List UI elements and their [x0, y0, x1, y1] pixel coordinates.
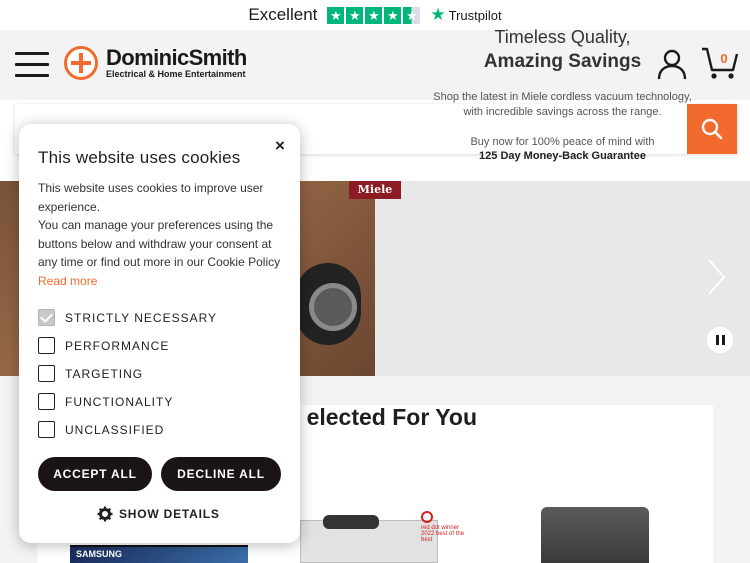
cookie-option-performance[interactable]: PERFORMANCE [38, 337, 169, 354]
cookie-text-2: You can manage your preferences using th… [38, 218, 281, 270]
trustpilot-logo: ★ Trustpilot [430, 5, 501, 25]
cookie-option-label: UNCLASSIFIED [65, 422, 165, 437]
hero-body-1: Shop the latest in Miele cordless vacuum… [433, 91, 692, 103]
cookie-dialog-title: This website uses cookies [38, 148, 241, 167]
read-more-link[interactable]: Read more [38, 274, 97, 288]
vacuum-image [295, 263, 361, 345]
cookie-option-label: STRICTLY NECESSARY [65, 310, 218, 325]
pause-button[interactable] [707, 327, 733, 353]
cookie-description: This website uses cookies to improve use… [38, 179, 286, 291]
trustpilot-brand-text: Trustpilot [448, 7, 502, 23]
menu-icon[interactable] [15, 52, 49, 78]
checkbox-performance[interactable] [38, 337, 55, 354]
cookie-option-strictly-necessary: STRICTLY NECESSARY [38, 309, 217, 326]
hero-headline-2: Amazing Savings [483, 51, 642, 72]
cookie-consent-dialog: This website uses cookies × This website… [19, 124, 300, 543]
star-icon: ★ [384, 6, 402, 24]
product-card-coffee-machine[interactable] [300, 515, 438, 563]
cookie-text-1: This website uses cookies to improve use… [38, 181, 264, 214]
checkbox-strictly-necessary [38, 309, 55, 326]
product-brand-label: SAMSUNG [76, 549, 123, 559]
cookie-option-label: PERFORMANCE [65, 338, 170, 353]
brand-logo: Miele [349, 181, 401, 199]
trustpilot-bar[interactable]: Excellent ★ ★ ★ ★ ★ ★ Trustpilot [0, 0, 750, 30]
star-icon: ★ [365, 6, 383, 24]
trustpilot-rating-label: Excellent [248, 5, 318, 24]
checkbox-targeting[interactable] [38, 365, 55, 382]
logo-mark-icon [64, 46, 98, 80]
award-badge: red dot winner 2022 best of the best [421, 511, 465, 543]
trustpilot-stars: ★ ★ ★ ★ ★ [327, 6, 421, 24]
hero-cta-2: 125 Day Money-Back Guarantee [479, 150, 646, 162]
cookie-option-targeting[interactable]: TARGETING [38, 365, 143, 382]
logo-name: DominicSmith [106, 44, 247, 70]
half-star-icon: ★ [403, 6, 421, 24]
gear-icon [97, 506, 113, 522]
star-icon: ★ [346, 6, 364, 24]
checkbox-functionality[interactable] [38, 393, 55, 410]
award-icon [421, 511, 433, 523]
product-card-air-fryer[interactable] [541, 507, 649, 563]
hero-panel [375, 181, 750, 376]
hero-cta-1: Buy now for 100% peace of mind with [470, 136, 655, 148]
accept-all-button[interactable]: ACCEPT ALL [38, 457, 152, 491]
cookie-option-label: TARGETING [65, 366, 144, 381]
award-badge-text: red dot winner 2022 best of the best [421, 525, 465, 543]
pause-icon [715, 335, 719, 345]
site-logo[interactable]: DominicSmith Electrical & Home Entertain… [64, 46, 247, 80]
logo-tagline: Electrical & Home Entertainment [106, 68, 246, 79]
decline-all-button[interactable]: DECLINE ALL [161, 457, 281, 491]
cookie-option-label: FUNCTIONALITY [65, 394, 174, 409]
cookie-option-unclassified[interactable]: UNCLASSIFIED [38, 421, 164, 438]
show-details-button[interactable]: SHOW DETAILS [97, 506, 220, 522]
star-icon: ★ [327, 6, 345, 24]
checkbox-unclassified[interactable] [38, 421, 55, 438]
hero-body-2: with incredible savings across the range… [463, 106, 662, 118]
cookie-option-functionality[interactable]: FUNCTIONALITY [38, 393, 173, 410]
close-icon[interactable]: × [270, 136, 290, 156]
trustpilot-star-icon: ★ [430, 5, 446, 24]
next-slide-icon[interactable] [703, 257, 729, 297]
show-details-label: SHOW DETAILS [119, 507, 220, 521]
hero-headline-1: Timeless Quality, [494, 27, 631, 47]
